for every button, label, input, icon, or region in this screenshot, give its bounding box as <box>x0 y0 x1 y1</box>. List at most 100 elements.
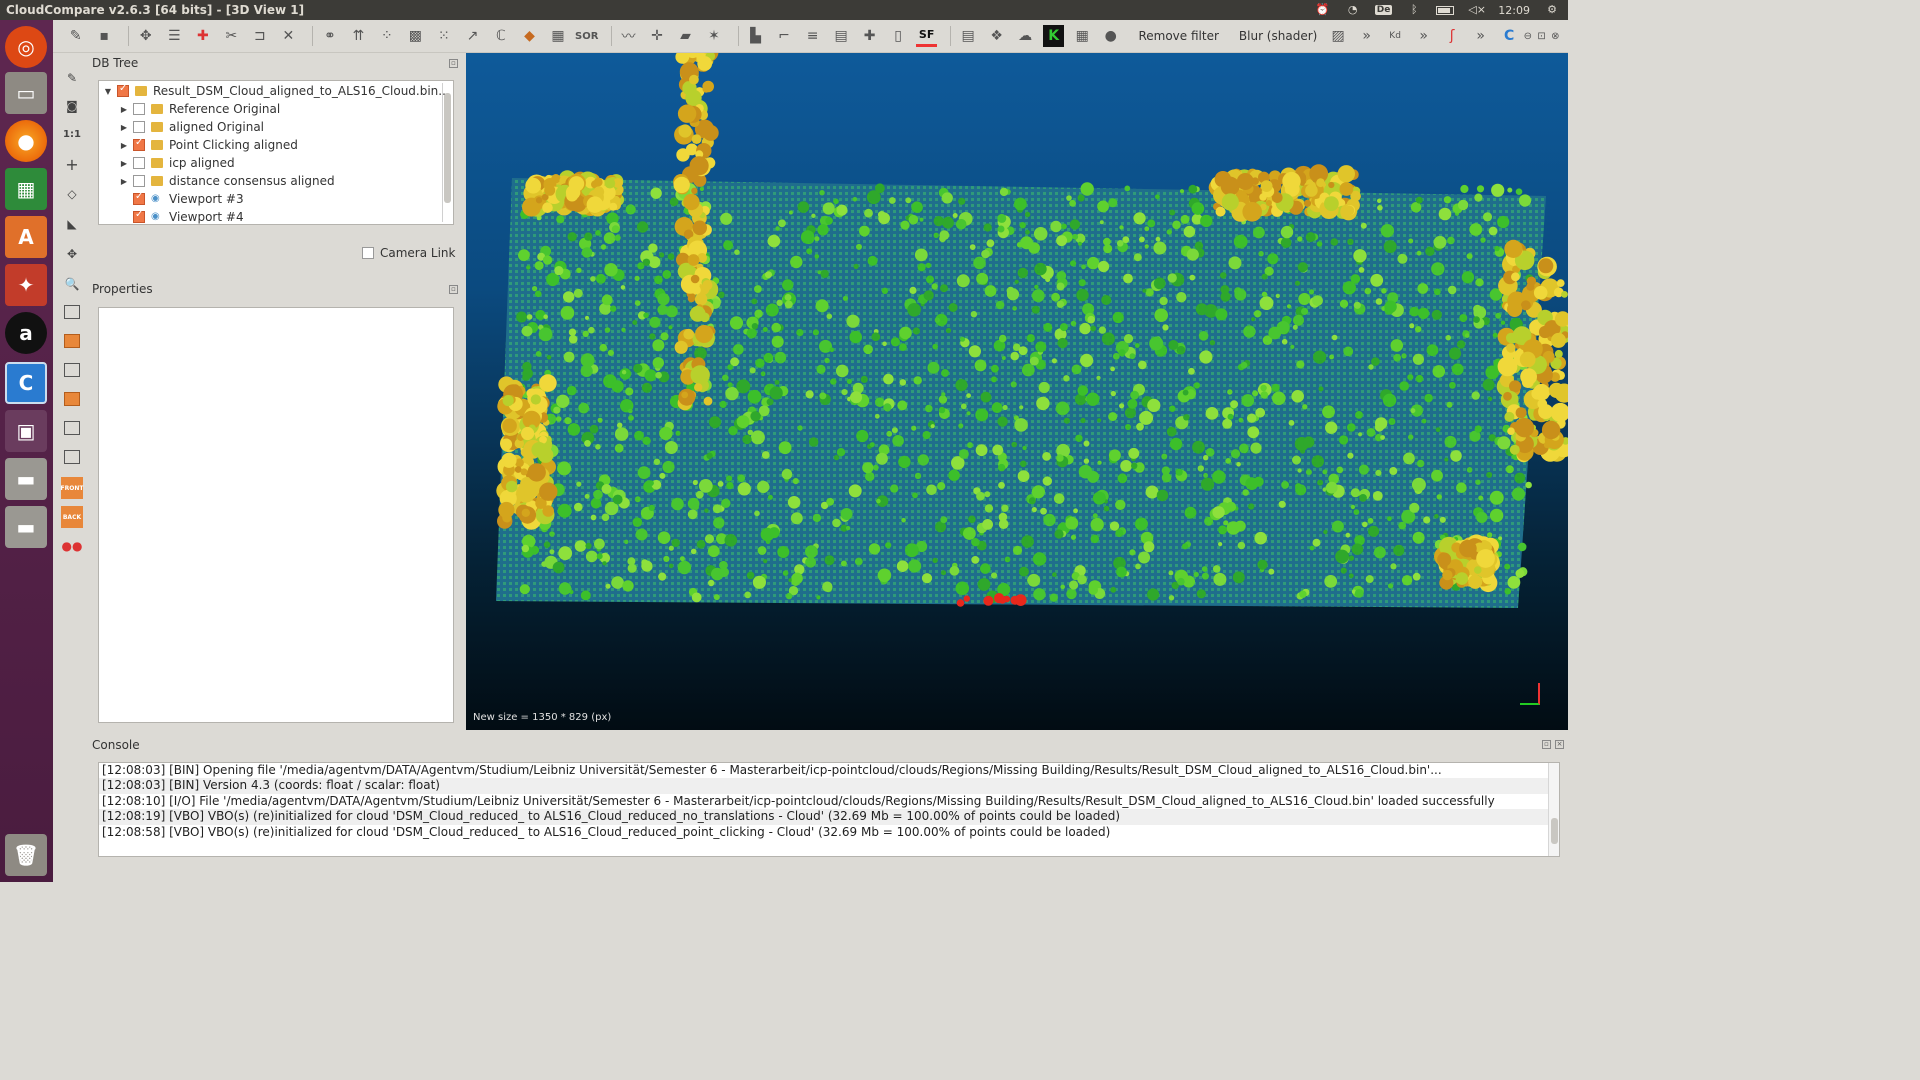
segment-icon[interactable]: ✂ <box>221 25 243 47</box>
software-center-icon[interactable]: A <box>5 216 47 258</box>
hidden-point-removal-icon[interactable]: ▦ <box>1071 25 1093 47</box>
point-cloud-render[interactable] <box>466 53 1568 730</box>
sf-arithmetic-icon[interactable]: ⌐ <box>773 25 795 47</box>
light-icon[interactable]: ◣ <box>61 213 83 235</box>
tree-item-checkbox[interactable] <box>133 175 145 187</box>
blur-shader-button[interactable]: Blur (shader) <box>1239 29 1317 43</box>
amazon-icon[interactable]: a <box>5 312 47 354</box>
checkerboard-icon[interactable]: ▦ <box>547 25 569 47</box>
back-iso-button[interactable]: BACK <box>61 506 83 528</box>
expand-arrow-icon[interactable]: ▼ <box>103 87 113 96</box>
pencil-icon[interactable]: ✎ <box>61 67 83 89</box>
minimize-icon[interactable]: ⊖ <box>1522 25 1534 47</box>
close-icon[interactable]: ⊗ <box>1549 25 1561 47</box>
bunny-icon[interactable]: ◆ <box>519 25 541 47</box>
db-tree-scrollbar[interactable] <box>442 83 452 222</box>
add-sf-icon[interactable]: ✚ <box>859 25 881 47</box>
right-view-icon[interactable] <box>61 388 83 410</box>
tree-item-icp-aligned[interactable]: ▶ icp aligned <box>119 154 235 172</box>
left-view-icon[interactable] <box>61 359 83 381</box>
tree-item-checkbox[interactable] <box>133 157 145 169</box>
tree-item-distance-consensus-aligned[interactable]: ▶ distance consensus aligned <box>119 172 335 190</box>
sf-delete-icon[interactable]: ▯ <box>887 25 909 47</box>
distance-icon[interactable]: ↗ <box>462 25 484 47</box>
properties-float-icon[interactable]: ▫ <box>449 285 458 294</box>
facet-icon[interactable]: ʃ <box>1441 25 1463 47</box>
expand-arrow-icon[interactable]: ▶ <box>119 141 129 150</box>
tree-root[interactable]: ▼ Result_DSM_Cloud_aligned_to_ALS16_Clou… <box>103 82 450 100</box>
disk-drive-icon[interactable]: ▬ <box>5 458 47 500</box>
restore-icon[interactable]: ⊡ <box>1536 25 1548 47</box>
subsample-icon[interactable]: ⁘ <box>376 25 398 47</box>
tree-item-checkbox[interactable] <box>133 209 145 223</box>
star-icon[interactable]: ✶ <box>703 25 725 47</box>
db-tree[interactable]: ▼ Result_DSM_Cloud_aligned_to_ALS16_Clou… <box>98 80 454 225</box>
speech-bubble-icon[interactable]: ☁ <box>1014 25 1036 47</box>
battery-icon[interactable] <box>1436 5 1455 15</box>
noise-filter-icon[interactable]: ⁙ <box>433 25 455 47</box>
histogram-icon[interactable]: ▙ <box>745 25 767 47</box>
save-icon[interactable]: ▪ <box>94 25 116 47</box>
expand-arrow-icon[interactable]: ▶ <box>119 105 129 114</box>
console-scrollbar[interactable] <box>1548 763 1559 856</box>
keyboard-layout-indicator[interactable]: De <box>1374 5 1393 15</box>
bottom-view-icon[interactable] <box>61 417 83 439</box>
sf-color-button[interactable]: SF <box>915 25 938 47</box>
hash-icon[interactable]: ❖ <box>986 25 1008 47</box>
tree-item-point-clicking-aligned[interactable]: ▶ Point Clicking aligned <box>119 136 298 154</box>
film-icon[interactable]: ▤ <box>957 25 979 47</box>
expand-arrow-icon[interactable]: ▶ <box>119 159 129 168</box>
trash-icon[interactable]: 🗑 <box>5 834 47 876</box>
translate-rotate-icon[interactable]: ✥ <box>135 25 157 47</box>
kinect-icon[interactable]: K <box>1042 25 1065 47</box>
camera-link-box[interactable] <box>362 247 374 259</box>
zoom-icon[interactable]: 🔍 <box>61 273 83 295</box>
camera-link-checkbox[interactable]: Camera Link <box>362 246 455 260</box>
top-view-icon[interactable] <box>61 301 83 323</box>
align-icon[interactable]: ⚭ <box>319 25 341 47</box>
sor-filter-button[interactable]: SOR <box>575 25 598 47</box>
console-log[interactable]: [12:08:03] [BIN] Opening file '/media/ag… <box>98 762 1560 857</box>
open-file-icon[interactable]: ✎ <box>65 25 87 47</box>
tree-item-checkbox[interactable] <box>133 121 145 133</box>
point-picking-icon[interactable]: ✚ <box>192 25 214 47</box>
scrollbar-thumb[interactable] <box>1551 818 1558 844</box>
toolbar-overflow-2[interactable]: » <box>1413 25 1435 47</box>
tree-item-viewport-4[interactable]: ◉ Viewport #4 <box>129 208 244 224</box>
connected-components-icon[interactable]: ℂ <box>490 25 512 47</box>
file-manager-icon[interactable]: ▭ <box>5 72 47 114</box>
list-icon[interactable]: ☰ <box>164 25 186 47</box>
interaction-mode-icon[interactable]: ✥ <box>61 243 83 265</box>
expand-arrow-icon[interactable]: ▶ <box>119 177 129 186</box>
pivot-icon[interactable]: + <box>61 153 83 175</box>
one-to-one-zoom-button[interactable]: 1:1 <box>61 123 83 145</box>
stereo-icon[interactable]: ●● <box>61 535 83 557</box>
sphere-icon[interactable]: ● <box>1100 25 1122 47</box>
ubuntu-dash-icon[interactable]: ◎ <box>5 26 47 68</box>
ssao-icon[interactable]: ▨ <box>1327 25 1349 47</box>
3d-view[interactable]: New size = 1350 * 829 (px) <box>466 53 1568 730</box>
cloudcompare-icon[interactable]: C <box>5 362 47 404</box>
mesh-icon[interactable]: ▩ <box>405 25 427 47</box>
system-settings-icon[interactable]: ✦ <box>5 264 47 306</box>
scrollbar-thumb[interactable] <box>444 93 451 203</box>
front-view-icon[interactable] <box>61 330 83 352</box>
db-tree-float-icon[interactable]: ▫ <box>449 59 458 68</box>
tree-item-checkbox[interactable] <box>133 191 145 205</box>
alarm-clock-icon[interactable]: ⏰ <box>1315 4 1331 16</box>
firefox-icon[interactable]: ● <box>5 120 47 162</box>
crosshair-icon[interactable]: ✛ <box>646 25 668 47</box>
kd-tree-button[interactable]: Kd <box>1384 25 1406 47</box>
front-iso-button[interactable]: FRONT <box>61 477 83 499</box>
disk-drive-2-icon[interactable]: ▬ <box>5 506 47 548</box>
sf-gradient-icon[interactable]: ▤ <box>830 25 852 47</box>
console-close-icon[interactable]: × <box>1555 740 1564 749</box>
clock[interactable]: 12:09 <box>1498 4 1530 17</box>
settings-gear-icon[interactable]: ⚙ <box>1544 4 1560 16</box>
polyline-icon[interactable]: 〰 <box>618 25 640 47</box>
tree-item-checkbox[interactable] <box>133 137 145 151</box>
bluetooth-icon[interactable]: ᛒ <box>1406 4 1422 16</box>
tree-item-aligned-original[interactable]: ▶ aligned Original <box>119 118 264 136</box>
camera-icon[interactable]: ◙ <box>61 95 83 117</box>
properties-panel[interactable] <box>98 307 454 723</box>
